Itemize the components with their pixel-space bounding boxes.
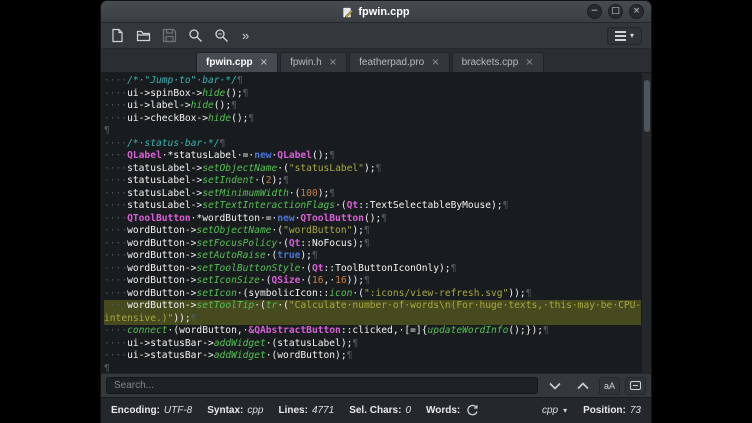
code-line[interactable]: ····/*·status·bar·*/¶ [104,138,641,151]
open-file-button[interactable] [136,28,151,43]
syntax-status: Syntax: cpp [207,405,263,416]
code-line[interactable]: ····statusLabel->setObjectName·("statusL… [104,163,641,176]
chevron-down-icon [549,382,561,390]
code-line[interactable]: ····QToolButton·*wordButton·=·new·QToolB… [104,213,641,226]
encoding-value: UTF-8 [164,405,192,416]
chevron-up-icon [577,382,589,390]
new-file-icon [110,28,125,43]
code-line[interactable]: ····statusLabel->setTextInteractionFlags… [104,200,641,213]
chevron-down-icon: ▾ [563,406,567,415]
tab-brackets.cpp[interactable]: brackets.cpp × [452,52,544,72]
tab-label: featherpad.pro [359,57,424,68]
code-line[interactable]: ····wordButton->setIconSize·(QSize·(16,·… [104,275,641,288]
maximize-button[interactable]: □ [608,4,623,19]
tab-label: brackets.cpp [462,57,519,68]
code-line[interactable]: ····wordButton->setToolButtonStyle·(Qt::… [104,263,641,276]
tab-label: fpwin.h [290,57,322,68]
search-button[interactable] [188,28,203,43]
close-button[interactable]: × [629,4,644,19]
new-file-button[interactable] [110,28,125,43]
window-title: fpwin.cpp [101,1,651,23]
code-line[interactable]: ····QLabel·*statusLabel·=·new·QLabel();¶ [104,150,641,163]
desktop: fpwin.cpp − □ × » [0,0,752,423]
titlebar[interactable]: fpwin.cpp − □ × [101,1,651,23]
code-line[interactable]: ····wordButton->setIcon·(symbolicIcon::i… [104,288,641,301]
whole-word-button[interactable] [625,377,646,395]
search-replace-button[interactable] [214,28,229,43]
code-line[interactable]: ····statusLabel->setIndent·(2);¶ [104,175,641,188]
document-pencil-icon [342,7,353,18]
tab-close-icon[interactable]: × [260,57,268,68]
chevron-down-icon: ▾ [630,31,634,40]
vertical-scrollbar[interactable] [642,73,651,373]
lines-label: Lines: [278,405,307,416]
window-controls: − □ × [587,4,644,19]
lines-value: 4771 [312,405,334,416]
toolbar-overflow-button[interactable]: » [242,28,249,43]
encoding-label: Encoding: [111,405,160,416]
search-bar: aA [101,373,651,397]
tab-close-icon[interactable]: × [329,57,337,68]
match-case-button[interactable]: aA [599,377,620,395]
tab-featherpad.pro[interactable]: featherpad.pro × [349,52,449,72]
code-line[interactable]: ¶ [104,125,641,138]
lines-status: Lines: 4771 [278,405,334,416]
code-line[interactable]: ····/*·"Jump·to"·bar·*/¶ [104,75,641,88]
word-count-refresh-button[interactable] [464,402,481,419]
syntax-selector[interactable]: cpp ▾ [542,405,567,416]
code-line[interactable]: ····wordButton->setToolTip·(tr·("Calcula… [104,300,641,313]
syntax-label: Syntax: [207,405,243,416]
code-line[interactable]: ····ui->checkBox->hide();¶ [104,113,641,126]
code-line[interactable]: ¶ [104,363,641,374]
selected-chars-status: Sel. Chars: 0 [349,405,411,416]
code-line[interactable]: ····ui->label->hide();¶ [104,100,641,113]
open-folder-icon [136,28,151,43]
code-line[interactable]: ····ui->spinBox->hide();¶ [104,88,641,101]
words-status: Words: [426,402,481,419]
words-label: Words: [426,405,460,416]
toolbar: » ▾ [101,23,651,49]
search-replace-icon [214,28,229,43]
tab-close-icon[interactable]: × [525,57,533,68]
hamburger-icon [615,31,626,41]
encoding-status: Encoding: UTF-8 [111,405,192,416]
refresh-icon [466,404,479,417]
search-icon [188,28,203,43]
position-label: Position: [583,405,626,416]
position-status: Position: 73 [583,405,641,416]
sel-chars-label: Sel. Chars: [349,405,401,416]
code-line[interactable]: ····ui->statusBar->addWidget·(statusLabe… [104,338,641,351]
whole-word-icon [630,381,641,390]
code-line[interactable]: ····statusLabel->setMinimumWidth·(100);¶ [104,188,641,201]
tab-fpwin.cpp[interactable]: fpwin.cpp × [196,52,278,72]
tab-bar: fpwin.cpp×fpwin.h×featherpad.pro×bracket… [101,49,651,73]
sel-chars-value: 0 [405,405,411,416]
code-line[interactable]: intensive.)"));¶ [104,313,641,326]
position-value: 73 [630,405,641,416]
code-area[interactable]: ····/*·"Jump·to"·bar·*/¶····ui->spinBox-… [104,75,641,373]
menu-button[interactable]: ▾ [607,27,642,45]
editor[interactable]: ····/*·"Jump·to"·bar·*/¶····ui->spinBox-… [101,73,651,373]
find-previous-button[interactable] [571,377,594,395]
syntax-selector-value: cpp [542,405,558,416]
status-bar: Encoding: UTF-8 Syntax: cpp Lines: 4771 … [101,397,651,423]
code-line[interactable]: ····wordButton->setFocusPolicy·(Qt::NoFo… [104,238,641,251]
tab-fpwin.h[interactable]: fpwin.h × [280,52,347,72]
save-floppy-icon [162,28,177,43]
code-line[interactable]: ····wordButton->setAutoRaise·(true);¶ [104,250,641,263]
syntax-value: cpp [247,405,263,416]
code-line[interactable]: ····connect·(wordButton,·&QAbstractButto… [104,325,641,338]
scrollbar-handle[interactable] [644,80,650,132]
minimize-button[interactable]: − [587,4,602,19]
featherpad-window: fpwin.cpp − □ × » [100,0,652,423]
save-file-button[interactable] [162,28,177,43]
window-title-text: fpwin.cpp [358,6,409,18]
search-input[interactable] [106,377,538,394]
code-line[interactable]: ····ui->statusBar->addWidget·(wordButton… [104,350,641,363]
statusbar-right: cpp ▾ Position: 73 [542,405,641,416]
code-line[interactable]: ····wordButton->setObjectName·("wordButt… [104,225,641,238]
find-next-button[interactable] [543,377,566,395]
tab-close-icon[interactable]: × [431,57,439,68]
tab-label: fpwin.cpp [206,57,253,68]
